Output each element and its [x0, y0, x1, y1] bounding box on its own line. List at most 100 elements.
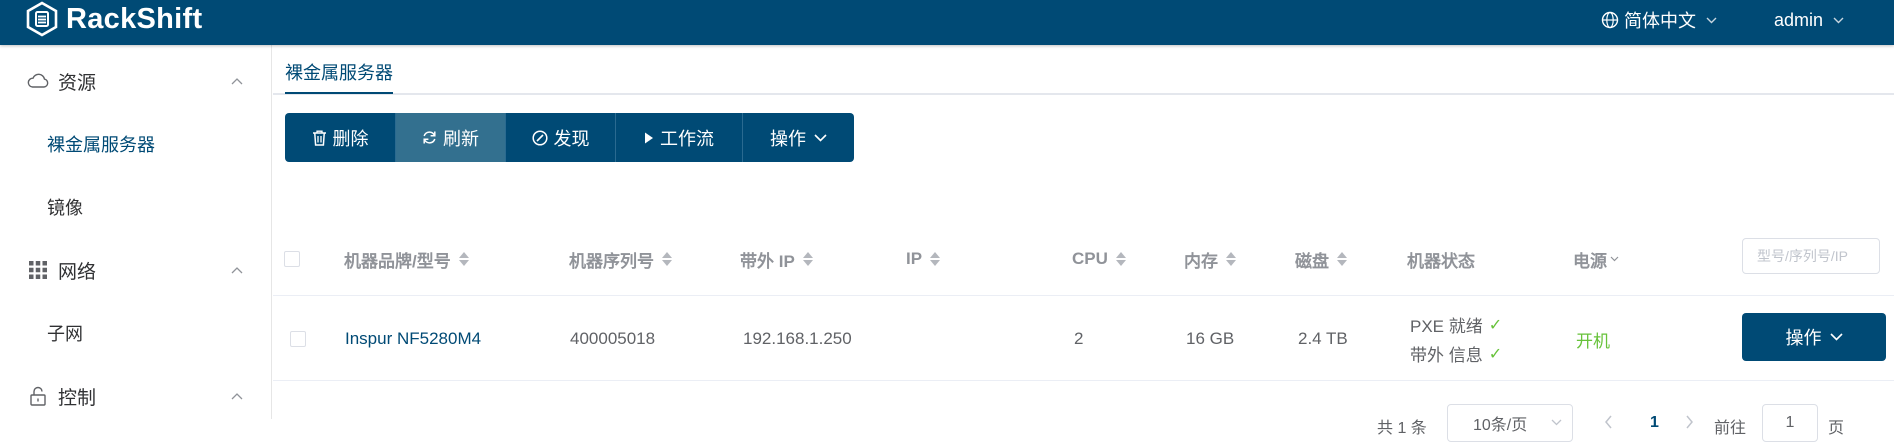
cell-cpu: 2 [1074, 329, 1084, 348]
workflow-button[interactable]: 工作流 [616, 113, 743, 162]
sort-caret-icon[interactable] [1115, 252, 1126, 266]
filter-chevron-down-icon[interactable] [1610, 256, 1619, 262]
cell-status: PXE 就绪 ✓ 带外 信息 ✓ [1410, 312, 1502, 366]
sort-caret-icon[interactable] [1226, 252, 1236, 266]
cell-brand-model[interactable]: Inspur NF5280M4 [345, 296, 481, 382]
cell-oob-ip: 192.168.1.250 [743, 329, 852, 348]
column-header-power[interactable]: 电源 [1573, 223, 1619, 295]
next-page-icon[interactable] [1685, 415, 1694, 429]
table-row: Inspur NF5280M4 400005018 192.168.1.250 … [273, 295, 1894, 381]
refresh-label: 刷新 [443, 128, 479, 149]
row-actions-button[interactable]: 操作 [1742, 313, 1886, 361]
compass-icon [531, 129, 548, 146]
column-label: CPU [1072, 249, 1108, 268]
chevron-up-icon [231, 266, 243, 273]
user-menu[interactable]: admin [1774, 8, 1844, 32]
globe-icon [1601, 11, 1619, 29]
column-header-oob-ip[interactable]: 带外 IP [740, 223, 813, 295]
column-header-cpu[interactable]: CPU [1072, 223, 1126, 295]
discover-button[interactable]: 发现 [506, 113, 616, 162]
chevron-down-icon [814, 133, 827, 142]
column-label: 磁盘 [1295, 251, 1329, 271]
delete-button[interactable]: 删除 [285, 113, 396, 162]
check-icon: ✓ [1488, 345, 1503, 363]
page-size-select[interactable]: 10条/页 [1447, 404, 1573, 442]
sidebar-item-label: 镜像 [47, 198, 83, 218]
pagination: 共 1 条 10条/页 1 前往 页 [273, 403, 1894, 445]
rackshift-logo-icon [26, 1, 58, 37]
column-header-ip[interactable]: IP [906, 223, 941, 295]
refresh-button[interactable]: 刷新 [396, 113, 506, 162]
sidebar-item-label: 裸金属服务器 [47, 135, 155, 155]
delete-label: 删除 [332, 128, 369, 149]
top-navbar: RackShift 简体中文 admin [0, 0, 1894, 45]
column-header-status: 机器状态 [1407, 223, 1475, 295]
actions-dropdown-button[interactable]: 操作 [743, 113, 854, 162]
status-pxe: PXE 就绪 ✓ [1410, 312, 1502, 337]
chevron-down-icon [1833, 17, 1844, 23]
status-pxe-label: PXE 就绪 [1410, 317, 1483, 336]
sidebar-group-label: 控制 [58, 387, 97, 409]
play-icon [645, 132, 653, 143]
sidebar-group-resources[interactable]: 资源 [0, 53, 271, 109]
column-header-disk[interactable]: 磁盘 [1295, 223, 1347, 295]
row-actions-label: 操作 [1785, 328, 1822, 348]
goto-suffix: 页 [1828, 420, 1845, 437]
prev-page-icon[interactable] [1604, 415, 1613, 429]
language-label: 简体中文 [1624, 11, 1696, 31]
user-name: admin [1774, 9, 1824, 30]
column-label: IP [906, 249, 923, 268]
cell-disk: 2.4 TB [1298, 329, 1348, 348]
lock-icon [27, 385, 49, 407]
sidebar-item-subnets[interactable]: 子网 [0, 305, 271, 361]
status-oob: 带外 信息 ✓ [1410, 341, 1502, 366]
row-checkbox[interactable] [290, 331, 306, 347]
pagination-total: 共 1 条 [1377, 420, 1427, 437]
brand-logo[interactable]: RackShift [24, 1, 202, 37]
column-header-memory[interactable]: 内存 [1184, 223, 1236, 295]
column-label: 机器状态 [1407, 251, 1475, 271]
chevron-down-icon [1829, 333, 1843, 341]
tab-active-indicator [285, 92, 393, 94]
chevron-up-icon [231, 77, 243, 84]
sidebar-item-bare-metal[interactable]: 裸金属服务器 [0, 116, 271, 172]
cell-memory: 16 GB [1186, 329, 1235, 348]
discover-label: 发现 [553, 128, 590, 149]
select-all-checkbox[interactable] [284, 251, 300, 267]
actions-label: 操作 [770, 128, 806, 149]
main-content: 裸金属服务器 删除 刷新 发现 工作流 操作 机器品牌/型号 机器序列号 带外 … [273, 45, 1894, 442]
sidebar-group-network[interactable]: 网络 [0, 242, 271, 298]
sidebar-group-label: 网络 [58, 261, 97, 283]
refresh-icon [423, 131, 436, 144]
column-header-serial[interactable]: 机器序列号 [569, 223, 672, 295]
column-header-brand-model[interactable]: 机器品牌/型号 [344, 223, 469, 295]
goto-label: 前往 [1714, 420, 1747, 437]
page-number-current[interactable]: 1 [1650, 414, 1659, 432]
chevron-down-icon [1706, 17, 1717, 23]
sort-caret-icon[interactable] [802, 252, 813, 266]
sidebar-group-label: 资源 [58, 72, 97, 94]
search-input[interactable] [1742, 238, 1880, 274]
goto-page-input[interactable] [1762, 404, 1818, 442]
tab-bar: 裸金属服务器 [273, 45, 1894, 95]
sidebar-group-control[interactable]: 控制 [0, 368, 271, 424]
table-header: 机器品牌/型号 机器序列号 带外 IP IP CPU 内存 磁盘 机器状态 电源… [273, 223, 1894, 295]
sort-caret-icon[interactable] [662, 252, 672, 266]
status-oob-label: 带外 信息 [1410, 346, 1483, 365]
sort-caret-icon[interactable] [1337, 252, 1347, 266]
column-label: 机器序列号 [569, 251, 654, 271]
sort-caret-icon[interactable] [930, 252, 941, 266]
language-switcher[interactable]: 简体中文 [1601, 8, 1722, 32]
grid-icon [27, 259, 49, 281]
chevron-up-icon [231, 392, 243, 399]
sidebar-item-label: 子网 [47, 324, 83, 344]
trash-icon [312, 130, 326, 146]
check-icon: ✓ [1488, 316, 1503, 334]
sidebar: 资源 裸金属服务器 镜像 网络 子网 控制 [0, 45, 272, 419]
column-label: 电源 [1573, 251, 1607, 271]
brand-name: RackShift [66, 2, 203, 35]
sort-caret-icon[interactable] [458, 252, 469, 266]
cloud-icon [27, 70, 49, 92]
tab-bare-metal[interactable]: 裸金属服务器 [285, 59, 393, 85]
sidebar-item-images[interactable]: 镜像 [0, 179, 271, 235]
